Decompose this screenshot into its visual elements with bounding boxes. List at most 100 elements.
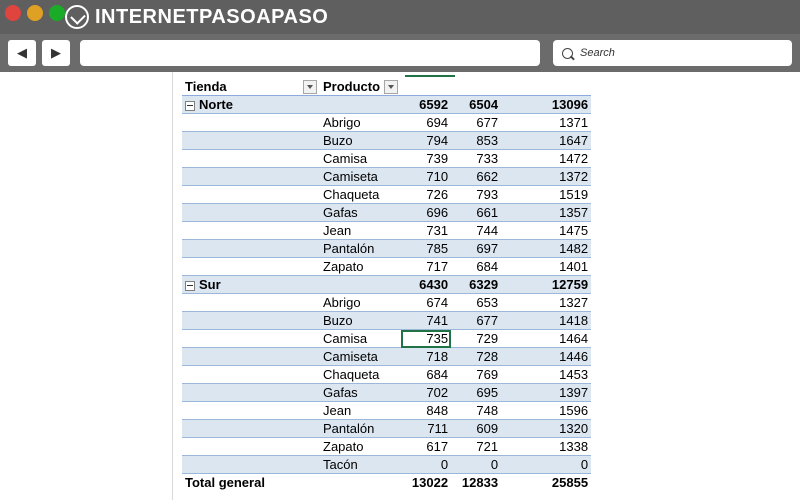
row-empty-cell[interactable] bbox=[182, 185, 320, 204]
value-cell[interactable]: 718 bbox=[401, 347, 452, 366]
row-empty-cell[interactable] bbox=[182, 257, 320, 276]
product-cell[interactable]: Gafas bbox=[320, 383, 402, 402]
row-total-cell[interactable]: 1482 bbox=[501, 239, 592, 258]
row-total-cell[interactable]: 1327 bbox=[501, 293, 592, 312]
value-cell[interactable]: 721 bbox=[451, 437, 502, 456]
selected-cell[interactable]: 735 bbox=[401, 329, 452, 348]
value-cell[interactable]: 697 bbox=[451, 239, 502, 258]
row-total-cell[interactable]: 1647 bbox=[501, 131, 592, 150]
product-cell[interactable]: Buzo bbox=[320, 131, 402, 150]
row-total-cell[interactable]: 1320 bbox=[501, 419, 592, 438]
value-cell[interactable]: 696 bbox=[401, 203, 452, 222]
value-cell[interactable]: 729 bbox=[451, 329, 502, 348]
maximize-window-button[interactable] bbox=[49, 5, 65, 21]
value-cell[interactable]: 0 bbox=[401, 455, 452, 474]
row-total-cell[interactable]: 1397 bbox=[501, 383, 592, 402]
product-cell[interactable]: Buzo bbox=[320, 311, 402, 330]
group-empty-cell[interactable] bbox=[320, 95, 402, 114]
value-cell[interactable]: 739 bbox=[401, 149, 452, 168]
value-cell[interactable]: 677 bbox=[451, 311, 502, 330]
value-cell[interactable]: 702 bbox=[401, 383, 452, 402]
group-total-cell[interactable]: 6430 bbox=[401, 275, 452, 294]
row-empty-cell[interactable] bbox=[182, 437, 320, 456]
value-cell[interactable]: 653 bbox=[451, 293, 502, 312]
collapse-minus-icon[interactable] bbox=[185, 100, 195, 111]
grand-total-cell[interactable]: 12833 bbox=[451, 473, 502, 491]
row-empty-cell[interactable] bbox=[182, 239, 320, 258]
value-cell[interactable]: 853 bbox=[451, 131, 502, 150]
grand-total-cell[interactable]: 13022 bbox=[401, 473, 452, 491]
value-cell[interactable]: 677 bbox=[451, 113, 502, 132]
header-producto-cell[interactable]: Producto bbox=[320, 78, 402, 96]
value-cell[interactable]: 694 bbox=[401, 113, 452, 132]
row-total-cell[interactable]: 1596 bbox=[501, 401, 592, 420]
filter-dropdown-icon[interactable] bbox=[303, 80, 317, 95]
product-cell[interactable]: Chaqueta bbox=[320, 185, 402, 204]
value-cell[interactable]: 717 bbox=[401, 257, 452, 276]
row-empty-cell[interactable] bbox=[182, 293, 320, 312]
group-total-cell[interactable]: 6592 bbox=[401, 95, 452, 114]
product-cell[interactable]: Abrigo bbox=[320, 113, 402, 132]
grand-total-label[interactable]: Total general bbox=[182, 473, 320, 491]
group-total-cell[interactable]: 6504 bbox=[451, 95, 502, 114]
row-empty-cell[interactable] bbox=[182, 401, 320, 420]
value-cell[interactable]: 684 bbox=[451, 257, 502, 276]
product-cell[interactable]: Chaqueta bbox=[320, 365, 402, 384]
row-total-cell[interactable]: 1475 bbox=[501, 221, 592, 240]
group-total-cell[interactable]: 6329 bbox=[451, 275, 502, 294]
row-empty-cell[interactable] bbox=[182, 311, 320, 330]
value-cell[interactable]: 741 bbox=[401, 311, 452, 330]
row-total-cell[interactable]: 0 bbox=[501, 455, 592, 474]
grand-total-empty-cell[interactable] bbox=[320, 473, 402, 491]
value-cell[interactable]: 748 bbox=[451, 401, 502, 420]
row-total-cell[interactable]: 1446 bbox=[501, 347, 592, 366]
forward-button[interactable]: ▶ bbox=[42, 40, 70, 66]
value-cell[interactable]: 661 bbox=[451, 203, 502, 222]
group-label-cell[interactable]: Sur bbox=[182, 275, 320, 294]
product-cell[interactable]: Pantalón bbox=[320, 419, 402, 438]
value-cell[interactable]: 728 bbox=[451, 347, 502, 366]
close-window-button[interactable] bbox=[5, 5, 21, 21]
row-total-cell[interactable]: 1464 bbox=[501, 329, 592, 348]
value-cell[interactable]: 733 bbox=[451, 149, 502, 168]
value-cell[interactable]: 794 bbox=[401, 131, 452, 150]
value-cell[interactable]: 769 bbox=[451, 365, 502, 384]
filter-button-tienda[interactable] bbox=[299, 79, 317, 95]
grand-total-cell[interactable]: 25855 bbox=[501, 473, 592, 491]
group-label-cell[interactable]: Norte bbox=[182, 95, 320, 114]
row-empty-cell[interactable] bbox=[182, 149, 320, 168]
row-total-cell[interactable]: 1401 bbox=[501, 257, 592, 276]
value-cell[interactable]: 684 bbox=[401, 365, 452, 384]
product-cell[interactable]: Jean bbox=[320, 221, 402, 240]
row-total-cell[interactable]: 1453 bbox=[501, 365, 592, 384]
collapse-minus-icon[interactable] bbox=[185, 280, 195, 291]
back-button[interactable]: ◀ bbox=[8, 40, 36, 66]
product-cell[interactable]: Camiseta bbox=[320, 167, 402, 186]
header-empty-cell[interactable] bbox=[451, 78, 502, 96]
header-empty-cell[interactable] bbox=[401, 78, 452, 96]
row-total-cell[interactable]: 1357 bbox=[501, 203, 592, 222]
value-cell[interactable]: 785 bbox=[401, 239, 452, 258]
filter-dropdown-icon[interactable] bbox=[384, 80, 399, 95]
value-cell[interactable]: 695 bbox=[451, 383, 502, 402]
product-cell[interactable]: Camisa bbox=[320, 149, 402, 168]
value-cell[interactable]: 793 bbox=[451, 185, 502, 204]
row-empty-cell[interactable] bbox=[182, 329, 320, 348]
value-cell[interactable]: 726 bbox=[401, 185, 452, 204]
row-total-cell[interactable]: 1372 bbox=[501, 167, 592, 186]
value-cell[interactable]: 617 bbox=[401, 437, 452, 456]
value-cell[interactable]: 848 bbox=[401, 401, 452, 420]
row-total-cell[interactable]: 1418 bbox=[501, 311, 592, 330]
product-cell[interactable]: Tacón bbox=[320, 455, 402, 474]
product-cell[interactable]: Jean bbox=[320, 401, 402, 420]
group-empty-cell[interactable] bbox=[320, 275, 402, 294]
header-empty-cell[interactable] bbox=[501, 78, 592, 96]
row-total-cell[interactable]: 1472 bbox=[501, 149, 592, 168]
row-empty-cell[interactable] bbox=[182, 347, 320, 366]
row-total-cell[interactable]: 1519 bbox=[501, 185, 592, 204]
row-empty-cell[interactable] bbox=[182, 455, 320, 474]
search-input[interactable]: Search bbox=[553, 40, 792, 66]
product-cell[interactable]: Camiseta bbox=[320, 347, 402, 366]
row-empty-cell[interactable] bbox=[182, 419, 320, 438]
product-cell[interactable]: Camisa bbox=[320, 329, 402, 348]
